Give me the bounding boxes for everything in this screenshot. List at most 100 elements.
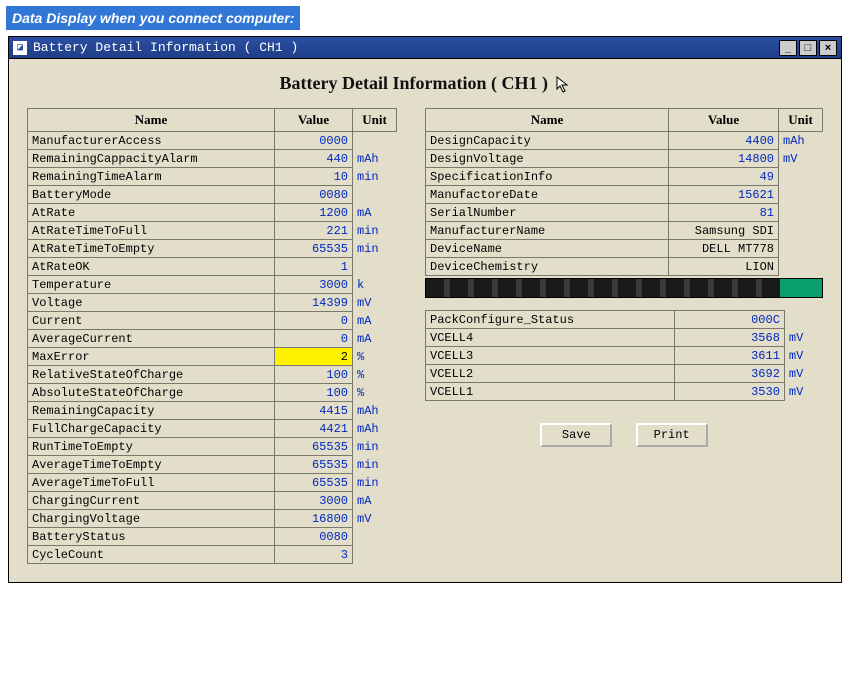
cell-name: ChargingVoltage xyxy=(28,510,275,528)
cell-name: RelativeStateOfCharge xyxy=(28,366,275,384)
cell-value: 2 xyxy=(275,348,353,366)
cell-name: RemainingCapacity xyxy=(28,402,275,420)
cell-name: DesignCapacity xyxy=(426,132,669,150)
cell-unit xyxy=(353,528,397,546)
table-row: AverageTimeToEmpty65535min xyxy=(28,456,397,474)
window: ◪ Battery Detail Information ( CH1 ) _ □… xyxy=(8,36,842,583)
cell-name: ManufacturerName xyxy=(426,222,669,240)
table-row: BatteryStatus0080 xyxy=(28,528,397,546)
cell-name: ManufacturerAccess xyxy=(28,132,275,150)
cell-value: 3692 xyxy=(674,365,784,383)
close-button[interactable]: × xyxy=(819,40,837,56)
window-title: Battery Detail Information ( CH1 ) xyxy=(33,40,777,55)
table-row: PackConfigure_Status000C xyxy=(426,311,823,329)
table-row: AverageTimeToFull65535min xyxy=(28,474,397,492)
table-row: MaxError2% xyxy=(28,348,397,366)
table-row: AbsoluteStateOfCharge100% xyxy=(28,384,397,402)
cell-unit: mAh xyxy=(353,420,397,438)
cell-name: AverageTimeToFull xyxy=(28,474,275,492)
table-row: ManufacturerNameSamsung SDI xyxy=(426,222,823,240)
cell-unit xyxy=(779,258,823,276)
cell-name: AbsoluteStateOfCharge xyxy=(28,384,275,402)
table-row: AtRateOK1 xyxy=(28,258,397,276)
cell-value: 100 xyxy=(275,384,353,402)
print-button[interactable]: Print xyxy=(636,423,708,447)
page-title: Battery Detail Information ( CH1 ) xyxy=(27,73,823,94)
cell-value: 49 xyxy=(669,168,779,186)
cell-value: 16800 xyxy=(275,510,353,528)
cell-value: 3 xyxy=(275,546,353,564)
cell-value: 3568 xyxy=(674,329,784,347)
cell-unit: % xyxy=(353,348,397,366)
cell-unit: mV xyxy=(779,150,823,168)
cell-name: AtRateOK xyxy=(28,258,275,276)
table-row: RelativeStateOfCharge100% xyxy=(28,366,397,384)
cell-value: 100 xyxy=(275,366,353,384)
cell-name: CycleCount xyxy=(28,546,275,564)
col-header-value: Value xyxy=(275,109,353,132)
cell-unit: mA xyxy=(353,330,397,348)
table-row: ChargingCurrent3000mA xyxy=(28,492,397,510)
cell-name: RemainingTimeAlarm xyxy=(28,168,275,186)
cell-unit: mV xyxy=(784,383,822,401)
cell-name: DeviceName xyxy=(426,240,669,258)
cell-name: AtRateTimeToFull xyxy=(28,222,275,240)
cell-name: SpecificationInfo xyxy=(426,168,669,186)
cell-unit: mV xyxy=(784,329,822,347)
cell-unit xyxy=(779,186,823,204)
table-row: VCELL43568mV xyxy=(426,329,823,347)
cell-value: 0080 xyxy=(275,186,353,204)
table-row: AtRateTimeToFull221min xyxy=(28,222,397,240)
cell-name: DesignVoltage xyxy=(426,150,669,168)
cell-unit: min xyxy=(353,438,397,456)
cell-value: 3000 xyxy=(275,492,353,510)
cell-name: SerialNumber xyxy=(426,204,669,222)
col-header-value: Value xyxy=(669,109,779,132)
table-row: VCELL33611mV xyxy=(426,347,823,365)
cell-value: 0 xyxy=(275,312,353,330)
col-header-name: Name xyxy=(426,109,669,132)
cell-unit: k xyxy=(353,276,397,294)
titlebar: ◪ Battery Detail Information ( CH1 ) _ □… xyxy=(9,37,841,59)
cell-unit: mV xyxy=(784,365,822,383)
cell-name: Current xyxy=(28,312,275,330)
save-button[interactable]: Save xyxy=(540,423,612,447)
cell-value: 10 xyxy=(275,168,353,186)
cell-value: 0080 xyxy=(275,528,353,546)
cell-name: BatteryStatus xyxy=(28,528,275,546)
app-icon: ◪ xyxy=(13,41,27,55)
cell-unit: mV xyxy=(353,294,397,312)
cell-value: 440 xyxy=(275,150,353,168)
cell-value: 81 xyxy=(669,204,779,222)
cell-unit: mV xyxy=(353,510,397,528)
cell-unit: mAh xyxy=(353,150,397,168)
cell-unit: min xyxy=(353,168,397,186)
cell-name: VCELL1 xyxy=(426,383,675,401)
cell-unit xyxy=(779,168,823,186)
page-title-text: Battery Detail Information ( CH1 ) xyxy=(280,73,548,93)
maximize-button[interactable]: □ xyxy=(799,40,817,56)
cell-unit: % xyxy=(353,384,397,402)
cell-value: 65535 xyxy=(275,240,353,258)
cell-name: AverageCurrent xyxy=(28,330,275,348)
table-row: ManufactoreDate15621 xyxy=(426,186,823,204)
table-row: DeviceChemistryLION xyxy=(426,258,823,276)
cell-unit: % xyxy=(353,366,397,384)
cell-name: VCELL2 xyxy=(426,365,675,383)
cell-name: ChargingCurrent xyxy=(28,492,275,510)
cell-name: PackConfigure_Status xyxy=(426,311,675,329)
cell-name: BatteryMode xyxy=(28,186,275,204)
minimize-button[interactable]: _ xyxy=(779,40,797,56)
table-row: FullChargeCapacity4421mAh xyxy=(28,420,397,438)
cell-value: 0 xyxy=(275,330,353,348)
table-row: AverageCurrent0mA xyxy=(28,330,397,348)
table-row: VCELL23692mV xyxy=(426,365,823,383)
cell-name: Temperature xyxy=(28,276,275,294)
cell-unit xyxy=(353,132,397,150)
table-row: DeviceNameDELL MT778 xyxy=(426,240,823,258)
client-area: Battery Detail Information ( CH1 ) Name … xyxy=(9,59,841,582)
table-row: RunTimeToEmpty65535min xyxy=(28,438,397,456)
cell-value: LION xyxy=(669,258,779,276)
cell-unit xyxy=(353,258,397,276)
table-row: DesignCapacity4400mAh xyxy=(426,132,823,150)
